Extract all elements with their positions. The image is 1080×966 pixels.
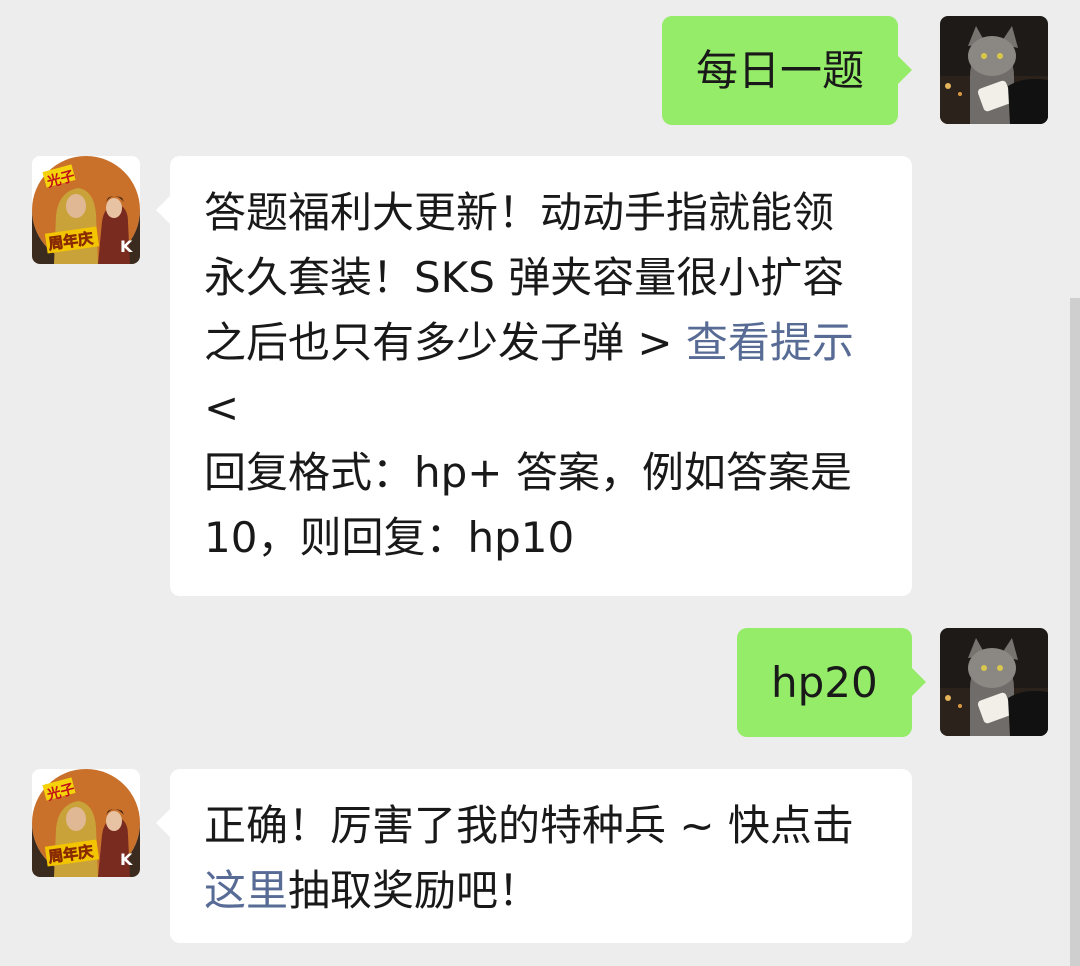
message-text: hp20	[771, 658, 878, 707]
cat-photo-avatar-icon	[940, 16, 1048, 124]
message-bubble-self[interactable]: hp20	[737, 628, 926, 737]
message-bubble-self[interactable]: 每日一题	[662, 16, 913, 125]
message-line: 这里抽取奖励吧！	[204, 858, 878, 923]
message-line: 回复格式：hp+ 答案，例如答案是	[204, 448, 852, 497]
view-hint-link[interactable]: 查看提示	[686, 318, 854, 367]
avatar[interactable]	[940, 16, 1048, 124]
message-line: 10，则回复：hp10	[204, 513, 575, 562]
message-line: <	[204, 383, 240, 432]
cat-photo-avatar-icon	[940, 628, 1048, 736]
game-anniversary-avatar-icon: 光子 周年庆 K	[32, 769, 140, 877]
svg-text:K: K	[120, 850, 133, 869]
message-bubble-bot[interactable]: 正确！厉害了我的特种兵 ~ 快点击 这里抽取奖励吧！	[156, 769, 912, 943]
avatar[interactable]: 光子 周年庆 K	[32, 769, 140, 877]
message-line: 之后也只有多少发子弹 > 查看提示	[204, 310, 878, 375]
draw-reward-link[interactable]: 这里	[204, 866, 288, 915]
message-bubble-bot[interactable]: 答题福利大更新！动动手指就能领 永久套装！SKS 弹夹容量很小扩容 之后也只有多…	[156, 156, 912, 596]
message-line-text: 抽取奖励吧！	[288, 866, 541, 915]
message-line: 答题福利大更新！动动手指就能领	[204, 188, 835, 237]
scrollbar[interactable]	[1070, 298, 1080, 966]
game-anniversary-avatar-icon: 光子 周年庆 K	[32, 156, 140, 264]
message-text: 每日一题	[696, 46, 865, 95]
message-line: 永久套装！SKS 弹夹容量很小扩容	[204, 253, 845, 302]
svg-text:K: K	[120, 237, 133, 256]
avatar[interactable]	[940, 628, 1048, 736]
message-line: 正确！厉害了我的特种兵 ~ 快点击	[204, 801, 854, 850]
message-line-text: 之后也只有多少发子弹 >	[204, 318, 673, 367]
avatar[interactable]: 光子 周年庆 K	[32, 156, 140, 264]
